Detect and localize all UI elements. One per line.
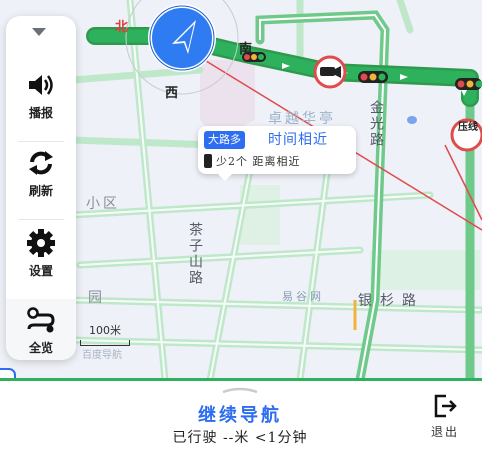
drag-handle-icon[interactable]	[221, 387, 259, 393]
broadcast-button[interactable]: 播报	[6, 64, 76, 134]
map-label-road: 茶子山路	[185, 222, 205, 286]
settings-button[interactable]: 设置	[6, 222, 76, 292]
side-toolbar: 播报 刷新 设置	[6, 16, 76, 360]
bubble-tail	[218, 174, 232, 181]
refresh-label: 刷新	[29, 184, 53, 198]
overview-button[interactable]: 全览	[6, 299, 76, 360]
overview-label: 全览	[29, 341, 53, 355]
route-detail: 少2个 距离相近	[216, 153, 301, 169]
scale-label: 100米	[80, 322, 130, 338]
map-label-road: 银杉路	[358, 290, 424, 310]
alternate-route-bubble[interactable]: 大路多 时间相近 少2个 距离相近	[198, 126, 356, 174]
route-overview-icon	[26, 305, 56, 335]
map-label-area: 园	[88, 287, 105, 307]
compass-west-label: 西	[165, 82, 178, 101]
map-watermark: 百度导航	[82, 346, 122, 361]
map-label-area: 卓越华亭	[268, 108, 336, 128]
map-label-area: 易谷网	[282, 288, 324, 304]
map-label-area: 小区	[86, 193, 120, 213]
collapse-chevron-icon[interactable]	[32, 28, 46, 36]
gear-icon	[26, 228, 56, 258]
exit-label: 退出	[431, 425, 459, 439]
exit-button[interactable]: 退出	[420, 391, 470, 447]
route-title: 时间相近	[268, 129, 328, 149]
bottom-navigation-bar: 继续导航 已行驶 --米 <1分钟 退出	[0, 378, 482, 449]
trip-status-text: 已行驶 --米 <1分钟	[130, 427, 350, 447]
speaker-icon	[26, 70, 56, 100]
settings-label: 设置	[29, 264, 53, 278]
traffic-light-icon	[204, 154, 212, 168]
map-scale: 100米	[80, 322, 130, 346]
refresh-button[interactable]: 刷新	[6, 142, 76, 212]
map-label-road: 金光路	[366, 100, 386, 148]
divider	[18, 219, 64, 220]
refresh-icon	[26, 148, 56, 178]
pressure-line-sign: 压线	[458, 122, 478, 134]
compass-south-label: 南	[239, 38, 252, 57]
compass-north-label: 北	[115, 16, 128, 35]
route-tag: 大路多	[204, 131, 245, 149]
exit-icon	[432, 393, 458, 419]
broadcast-label: 播报	[29, 106, 53, 120]
continue-navigation-button[interactable]: 继续导航	[130, 401, 350, 427]
